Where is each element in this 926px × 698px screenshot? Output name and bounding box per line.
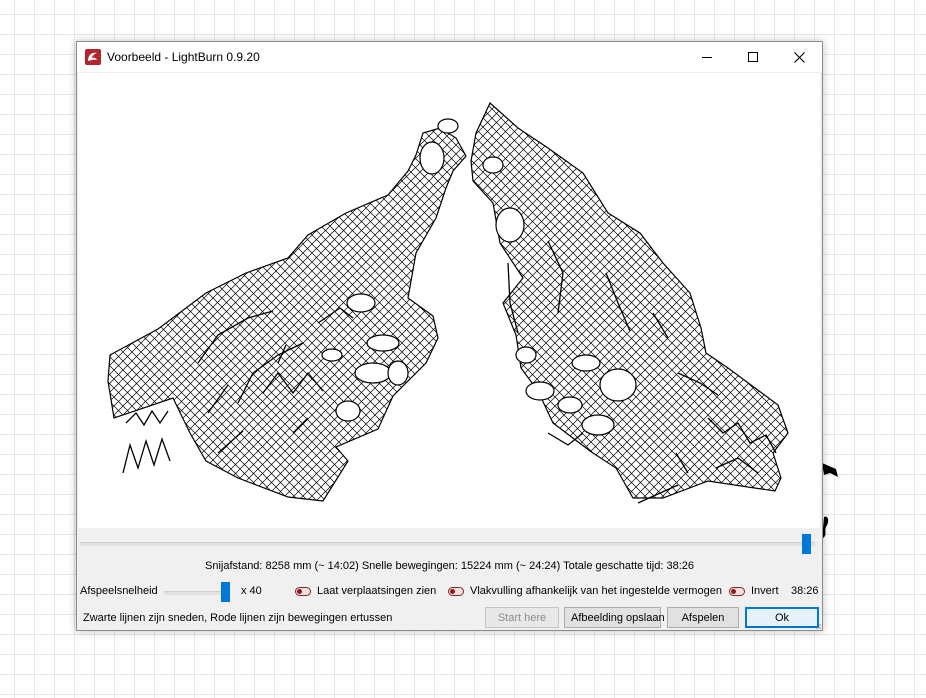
left-engraving-shape <box>107 127 467 502</box>
close-icon <box>793 51 805 63</box>
resize-grip-icon[interactable] <box>813 621 821 629</box>
show-moves-label[interactable]: Laat verplaatsingen zien <box>317 585 436 597</box>
maximize-button[interactable] <box>730 42 776 72</box>
time-readout: 38:26 <box>791 585 819 597</box>
lightburn-app-icon <box>85 49 101 65</box>
playback-controls-row: Afspeelsnelheid x 40 Laat verplaatsingen… <box>77 582 822 602</box>
save-image-button[interactable]: Afbeelding opslaan <box>564 607 665 628</box>
playback-slider-track <box>80 542 815 546</box>
invert-toggle[interactable] <box>729 587 745 596</box>
play-button[interactable]: Afspelen <box>667 607 739 628</box>
playback-slider[interactable] <box>80 534 818 554</box>
speed-multiplier: x 40 <box>241 585 262 597</box>
show-moves-toggle[interactable] <box>295 587 311 596</box>
preview-dialog: Voorbeeld - LightBurn 0.9.20 Snijafstand… <box>76 41 823 631</box>
ok-button[interactable]: Ok <box>745 607 819 628</box>
close-button[interactable] <box>776 42 822 72</box>
fill-power-toggle[interactable] <box>448 587 464 596</box>
window-title: Voorbeeld - LightBurn 0.9.20 <box>107 50 260 64</box>
maximize-icon <box>748 52 758 62</box>
title-bar[interactable]: Voorbeeld - LightBurn 0.9.20 <box>77 42 822 72</box>
cut-path-preview <box>107 102 789 504</box>
invert-label[interactable]: Invert <box>751 585 779 597</box>
job-statistics: Snijafstand: 8258 mm (~ 14:02) Snelle be… <box>205 560 694 572</box>
fill-power-label[interactable]: Vlakvulling afhankelijk van het ingestel… <box>470 585 722 597</box>
legend-hint: Zwarte lijnen zijn sneden, Rode lijnen z… <box>83 612 393 624</box>
speed-slider-handle[interactable] <box>221 582 230 602</box>
minimize-button[interactable] <box>684 42 730 72</box>
speed-label: Afspeelsnelheid <box>80 585 158 597</box>
right-engraving-shape <box>470 102 789 499</box>
start-here-button[interactable]: Start here <box>485 607 559 628</box>
minimize-icon <box>702 57 712 58</box>
preview-canvas[interactable] <box>78 73 820 528</box>
playback-slider-handle[interactable] <box>802 534 811 554</box>
